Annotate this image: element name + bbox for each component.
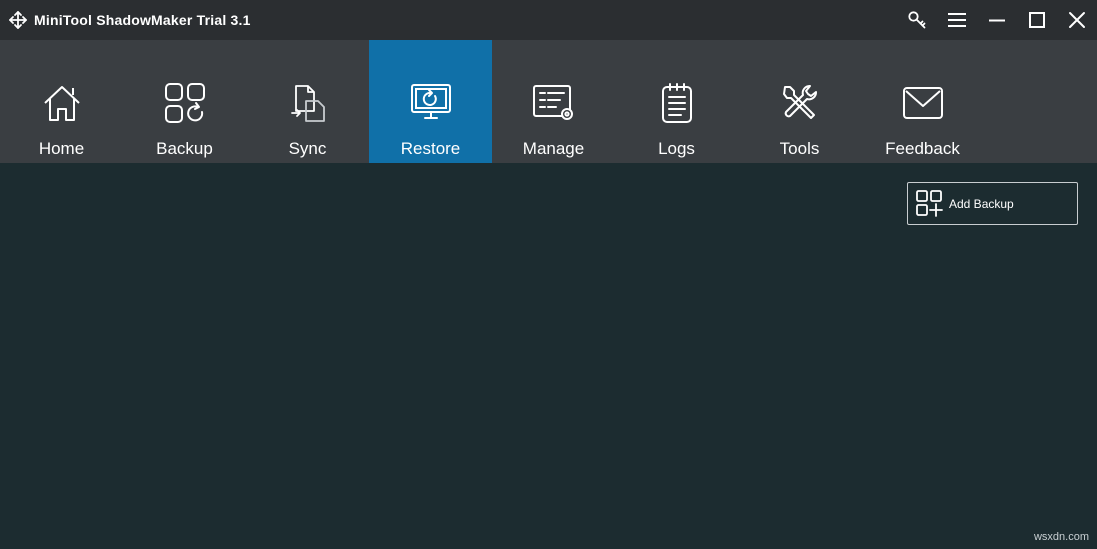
app-title: MiniTool ShadowMaker Trial 3.1	[34, 12, 251, 28]
add-backup-button[interactable]: Add Backup	[907, 182, 1078, 225]
menu-button[interactable]	[937, 0, 977, 40]
nav-label: Sync	[288, 139, 327, 158]
nav-item-feedback[interactable]: Feedback	[861, 40, 984, 163]
feedback-icon	[901, 81, 945, 125]
maximize-button[interactable]	[1017, 0, 1057, 40]
add-backup-label: Add Backup	[949, 196, 1014, 211]
close-button[interactable]	[1057, 0, 1097, 40]
minimize-button[interactable]	[977, 0, 1017, 40]
maximize-icon	[1028, 11, 1046, 29]
register-key-button[interactable]	[897, 0, 937, 40]
nav-item-tools[interactable]: Tools	[738, 40, 861, 163]
nav-item-logs[interactable]: Logs	[615, 40, 738, 163]
nav-label: Feedback	[885, 139, 960, 158]
nav-label: Manage	[522, 139, 585, 158]
minimize-icon	[988, 11, 1006, 29]
title-bar: MiniTool ShadowMaker Trial 3.1	[0, 0, 1097, 40]
add-backup-icon	[915, 190, 943, 218]
nav-item-restore[interactable]: Restore	[369, 40, 492, 163]
nav-item-backup[interactable]: Backup	[123, 40, 246, 163]
home-icon	[40, 81, 84, 125]
menu-icon	[947, 12, 967, 28]
backup-icon	[163, 81, 207, 125]
logs-icon	[655, 81, 699, 125]
nav-label: Restore	[400, 139, 461, 158]
nav-label: Logs	[658, 139, 695, 158]
nav-label: Home	[38, 139, 85, 158]
main-navigation: Home Backup Sync Restore Manage Logs Too…	[0, 40, 1097, 163]
close-icon	[1068, 11, 1086, 29]
nav-item-manage[interactable]: Manage	[492, 40, 615, 163]
manage-icon	[532, 81, 576, 125]
sync-icon	[286, 81, 330, 125]
tools-icon	[778, 81, 822, 125]
window-controls	[897, 0, 1097, 40]
nav-item-sync[interactable]: Sync	[246, 40, 369, 163]
watermark: wsxdn.com	[1033, 531, 1089, 543]
nav-label: Backup	[156, 139, 213, 158]
restore-icon	[409, 81, 453, 125]
nav-label: Tools	[779, 139, 820, 158]
minitool-logo-icon	[7, 9, 29, 31]
nav-item-home[interactable]: Home	[0, 40, 123, 163]
register-key-icon	[907, 10, 927, 30]
